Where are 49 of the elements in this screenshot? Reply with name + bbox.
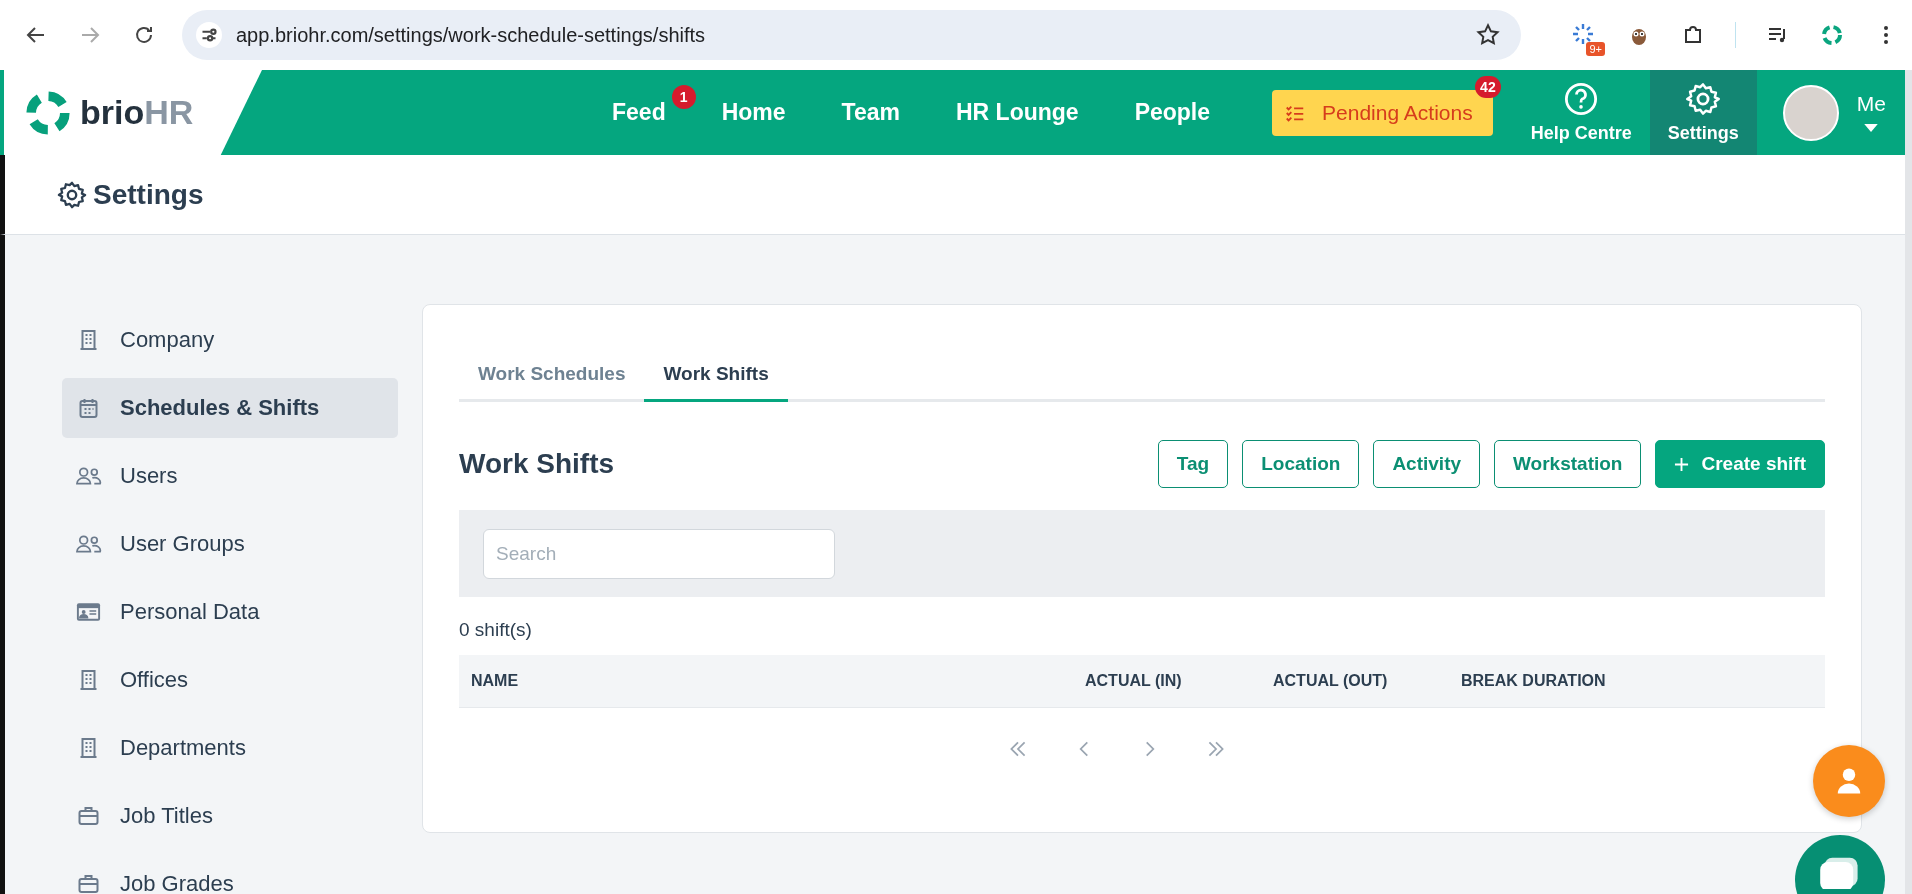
sidebar-item[interactable]: Job Grades — [62, 854, 398, 894]
caret-icon[interactable] — [1864, 124, 1879, 133]
loading-spinner-icon[interactable] — [1571, 22, 1595, 46]
notification-badge: 42 — [1475, 76, 1501, 98]
sidebar-item[interactable]: Schedules & Shifts — [62, 378, 398, 438]
settings-icon — [57, 179, 87, 210]
column-header: BREAK DURATION — [1461, 672, 1607, 690]
settings-icon — [1685, 81, 1722, 117]
sidebar-item[interactable]: Departments — [62, 718, 398, 778]
address-bar[interactable]: app.briohr.com/settings/work-schedule-settings/shifts — [182, 10, 1521, 60]
bookmark-star-icon[interactable] — [1475, 22, 1501, 48]
sidebar-item[interactable]: Company — [62, 310, 398, 370]
nav-link[interactable]: People — [1134, 99, 1211, 125]
id-card-icon — [75, 600, 102, 624]
sidebar-item[interactable]: Job Titles — [62, 786, 398, 846]
sidebar-item[interactable]: Users — [62, 446, 398, 506]
logo-text: brioHR — [80, 93, 194, 132]
section-title: Work Shifts — [459, 448, 615, 480]
tab[interactable]: Work Shifts — [644, 351, 788, 402]
search-field[interactable]: Search — [483, 528, 835, 579]
extension-badge: 9+ — [1586, 42, 1605, 56]
tab[interactable]: Work Schedules — [459, 351, 645, 402]
help-icon — [1563, 81, 1600, 117]
plus-icon — [1674, 456, 1690, 472]
action-button[interactable]: Location — [1242, 440, 1360, 488]
nav-tab[interactable]: Help Centre — [1512, 70, 1650, 155]
column-header: ACTUAL (IN) — [1085, 672, 1183, 690]
users-icon — [75, 464, 102, 488]
nav-link[interactable]: HR Lounge — [956, 99, 1079, 125]
action-button[interactable]: Workstation — [1494, 440, 1642, 488]
site-settings-icon[interactable] — [196, 22, 222, 48]
nav-link[interactable]: Feed — [612, 99, 666, 125]
nav-tab[interactable]: Settings — [1649, 70, 1757, 155]
page-title: Settings — [93, 178, 204, 211]
profile-label[interactable]: Me — [1856, 92, 1886, 116]
action-button[interactable]: Create shift — [1655, 440, 1825, 488]
action-button[interactable]: Tag — [1157, 440, 1229, 488]
nav-link[interactable]: Team — [841, 99, 900, 125]
result-count: 0 shift(s) — [459, 619, 533, 641]
notification-badge: 1 — [671, 85, 696, 109]
column-header: ACTUAL (OUT) — [1273, 672, 1389, 690]
action-button[interactable]: Activity — [1373, 440, 1481, 488]
nav-link[interactable]: Home — [721, 99, 786, 125]
sidebar-item[interactable]: User Groups — [62, 514, 398, 574]
sidebar-item[interactable]: Personal Data — [62, 582, 398, 642]
url-text: app.briohr.com/settings/work-schedule-settings/shifts — [236, 23, 707, 47]
users-icon — [75, 532, 102, 556]
column-header: NAME — [471, 672, 520, 690]
sidebar-item[interactable]: Offices — [62, 650, 398, 710]
